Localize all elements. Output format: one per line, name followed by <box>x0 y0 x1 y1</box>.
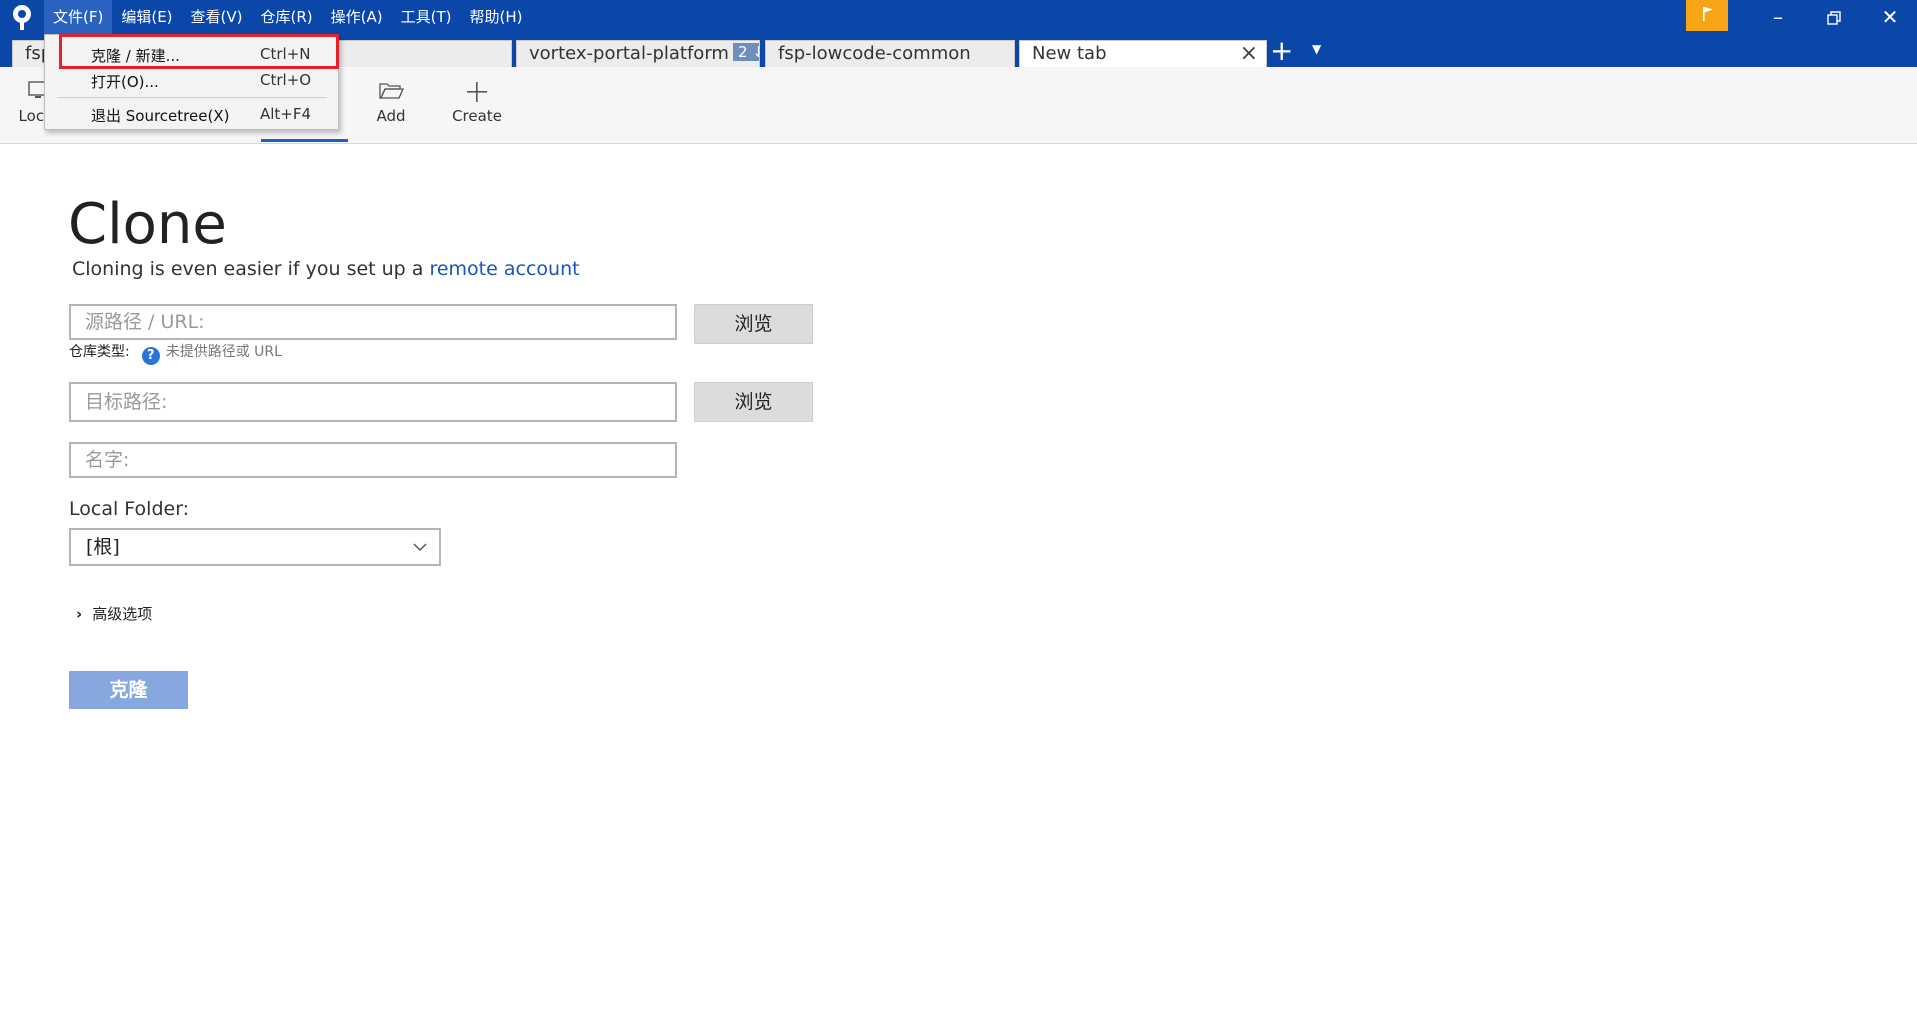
menu-item-open[interactable]: 打开(O)... Ctrl+O <box>45 67 338 93</box>
add-tab-icon[interactable]: + <box>1270 36 1293 66</box>
menu-bar: 文件(F) 编辑(E) 查看(V) 仓库(R) 操作(A) 工具(T) 帮助(H… <box>44 0 531 34</box>
local-folder-label: Local Folder: <box>69 498 190 520</box>
tab-label: vortex-portal-platform <box>529 43 729 64</box>
menu-item-label: 打开(O)... <box>91 73 159 91</box>
repo-type-label: 仓库类型: <box>69 344 130 360</box>
toolbar-add-button[interactable]: Add <box>365 67 417 143</box>
local-folder-value: [根] <box>86 536 120 558</box>
menu-item-exit[interactable]: 退出 Sourcetree(X) Alt+F4 <box>45 101 338 127</box>
chevron-right-icon: › <box>76 605 83 623</box>
browse-source-button[interactable]: 浏览 <box>694 304 813 344</box>
tab-new-tab[interactable]: New tab × <box>1019 40 1267 67</box>
close-tab-icon[interactable]: × <box>1240 41 1258 67</box>
restore-button[interactable] <box>1806 0 1862 34</box>
browse-destination-button[interactable]: 浏览 <box>694 382 813 422</box>
source-url-input[interactable] <box>71 306 675 338</box>
name-input[interactable] <box>71 444 675 476</box>
menu-file[interactable]: 文件(F) <box>44 0 113 34</box>
help-icon: ? <box>141 347 160 365</box>
tab-fsp-lowcode-common[interactable]: fsp-lowcode-common <box>765 40 1015 67</box>
close-window-button[interactable]: ✕ <box>1862 0 1917 34</box>
menu-tools[interactable]: 工具(T) <box>392 0 461 34</box>
advanced-options-label: 高级选项 <box>92 605 153 623</box>
folder-open-icon <box>365 67 417 103</box>
clone-subtitle: Cloning is even easier if you set up a r… <box>72 258 580 280</box>
menu-item-shortcut: Ctrl+O <box>260 71 312 89</box>
menu-actions[interactable]: 操作(A) <box>322 0 392 34</box>
close-icon: ✕ <box>1881 5 1899 29</box>
repo-type-status: 未提供路径或 URL <box>165 344 282 360</box>
highlight-box <box>59 34 339 69</box>
advanced-options-toggle[interactable]: › 高级选项 <box>76 603 152 624</box>
sourcetree-logo-icon[interactable] <box>10 4 34 30</box>
minimize-icon: – <box>1773 5 1783 29</box>
restore-icon <box>1827 11 1841 25</box>
toolbar-create-button[interactable]: Create <box>448 67 506 143</box>
tab-label: fsp-lowcode-common <box>778 43 971 64</box>
source-url-field[interactable] <box>69 304 677 340</box>
menu-separator <box>57 97 327 98</box>
flag-icon <box>1703 7 1713 21</box>
name-field[interactable] <box>69 442 677 478</box>
menu-edit[interactable]: 编辑(E) <box>112 0 181 34</box>
page-title: Clone <box>68 192 227 257</box>
minimize-button[interactable]: – <box>1750 0 1806 34</box>
destination-path-input[interactable] <box>71 384 675 420</box>
menu-item-shortcut: Alt+F4 <box>260 105 312 123</box>
menu-help[interactable]: 帮助(H) <box>460 0 531 34</box>
toolbar-create-label: Create <box>452 107 502 125</box>
active-tool-indicator <box>261 139 348 142</box>
repo-type-row: 仓库类型:? 未提供路径或 URL <box>69 341 282 365</box>
menu-view[interactable]: 查看(V) <box>182 0 252 34</box>
menu-repository[interactable]: 仓库(R) <box>252 0 322 34</box>
tab-list-dropdown-icon[interactable]: ▼ <box>1312 42 1321 56</box>
chevron-down-icon <box>413 530 427 564</box>
toolbar-add-label: Add <box>376 107 406 125</box>
tab-label: New tab <box>1032 43 1107 64</box>
pull-count-badge: 2 ↓ <box>732 43 759 61</box>
title-bar: 文件(F) 编辑(E) 查看(V) 仓库(R) 操作(A) 工具(T) 帮助(H… <box>0 0 1917 34</box>
plus-icon <box>448 67 506 103</box>
subtitle-text: Cloning is even easier if you set up a <box>72 258 430 280</box>
menu-item-label: 退出 Sourcetree(X) <box>91 107 230 125</box>
local-folder-select[interactable]: [根] <box>69 528 441 566</box>
destination-path-field[interactable] <box>69 382 677 422</box>
remote-account-link[interactable]: remote account <box>429 258 579 280</box>
tab-vortex-portal-platform[interactable]: vortex-portal-platform2 ↓ <box>516 40 760 67</box>
clone-button[interactable]: 克隆 <box>69 671 188 709</box>
flag-button[interactable] <box>1686 0 1728 31</box>
